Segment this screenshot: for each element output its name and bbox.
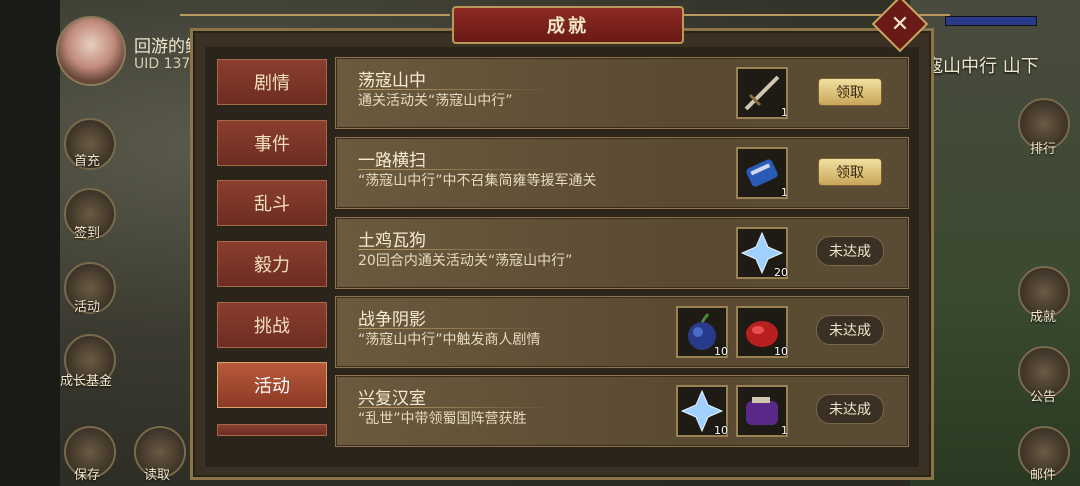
title-underline: [358, 89, 558, 90]
location-text: 寇山中行 山下: [925, 56, 1039, 77]
first-recharge-label: 首充: [74, 154, 101, 169]
achievement-row: 兴复汉室 “乱世”中带领蜀国阵营获胜 10 1 未达成: [335, 375, 909, 447]
purple-bag-icon[interactable]: 1: [736, 385, 788, 437]
title-underline: [358, 328, 558, 329]
signin-label: 签到: [74, 226, 101, 241]
mail-label: 邮件: [1030, 468, 1057, 483]
tab-activity[interactable]: 活动: [217, 362, 327, 408]
title-underline: [358, 249, 558, 250]
achievement-title: 土鸡瓦狗: [358, 231, 426, 251]
item-count: 20: [774, 266, 788, 279]
dialog-title-plate: 成就: [452, 6, 684, 44]
red-bag-icon[interactable]: 10: [736, 306, 788, 358]
achievement-title: 一路横扫: [358, 151, 426, 171]
item-count: 10: [714, 345, 728, 358]
item-count: 1: [781, 424, 788, 437]
achievement-desc: “乱世”中带领蜀国阵营获胜: [358, 411, 527, 427]
achievement-label: 成就: [1030, 310, 1057, 325]
fruit-icon[interactable]: 10: [676, 306, 728, 358]
achievement-row: 荡寇山中 通关活动关“荡寇山中行” 1 领取: [335, 57, 909, 129]
achievement-row: 土鸡瓦狗 20回合内通关活动关“荡寇山中行” 20 未达成: [335, 217, 909, 289]
tab-brawl[interactable]: 乱斗: [217, 180, 327, 226]
achievement-row: 战争阴影 “荡寇山中行”中触发商人剧情 10 10 未达成: [335, 296, 909, 368]
title-underline: [358, 407, 558, 408]
achievement-desc: 通关活动关“荡寇山中行”: [358, 93, 513, 109]
notice-label: 公告: [1030, 390, 1057, 405]
item-count: 10: [774, 345, 788, 358]
achievement-desc: “荡寇山中行”中触发商人剧情: [358, 332, 541, 348]
title-underline: [358, 169, 558, 170]
resource-bar: [945, 16, 1037, 26]
dialog-title: 成就: [547, 16, 589, 37]
growth-fund-label: 成长基金: [60, 374, 113, 389]
scroll-icon[interactable]: 1: [736, 147, 788, 199]
status-incomplete-button[interactable]: 未达成: [816, 315, 884, 345]
tab-perseverance[interactable]: 毅力: [217, 241, 327, 287]
achievement-title: 兴复汉室: [358, 389, 426, 409]
ranking-label: 排行: [1030, 142, 1057, 157]
achievement-title: 战争阴影: [358, 310, 426, 330]
events-label: 活动: [74, 300, 101, 315]
weapon-icon[interactable]: 1: [736, 67, 788, 119]
status-incomplete-button[interactable]: 未达成: [816, 236, 884, 266]
save-label: 保存: [74, 468, 101, 483]
achievement-title: 荡寇山中: [358, 71, 426, 91]
claim-button[interactable]: 领取: [818, 78, 882, 106]
load-label: 读取: [144, 468, 171, 483]
achievement-desc: 20回合内通关活动关“荡寇山中行”: [358, 253, 573, 269]
status-incomplete-button[interactable]: 未达成: [816, 394, 884, 424]
item-count: 1: [781, 106, 788, 119]
tab-challenge[interactable]: 挑战: [217, 302, 327, 348]
achievement-row: 一路横扫 “荡寇山中行”中不召集简雍等援军通关 1 领取: [335, 137, 909, 209]
achievement-desc: “荡寇山中行”中不召集简雍等援军通关: [358, 173, 597, 189]
tab-story[interactable]: 剧情: [217, 59, 327, 105]
player-avatar[interactable]: [56, 16, 126, 86]
claim-button[interactable]: 领取: [818, 158, 882, 186]
close-icon[interactable]: ✕: [880, 4, 920, 44]
crystal-icon[interactable]: 10: [676, 385, 728, 437]
left-edge: [0, 0, 60, 486]
item-count: 10: [714, 424, 728, 437]
crystal-icon[interactable]: 20: [736, 227, 788, 279]
title-ornament-left: [180, 14, 450, 32]
tab-partial[interactable]: [217, 424, 327, 436]
tab-event[interactable]: 事件: [217, 120, 327, 166]
item-count: 1: [781, 186, 788, 199]
